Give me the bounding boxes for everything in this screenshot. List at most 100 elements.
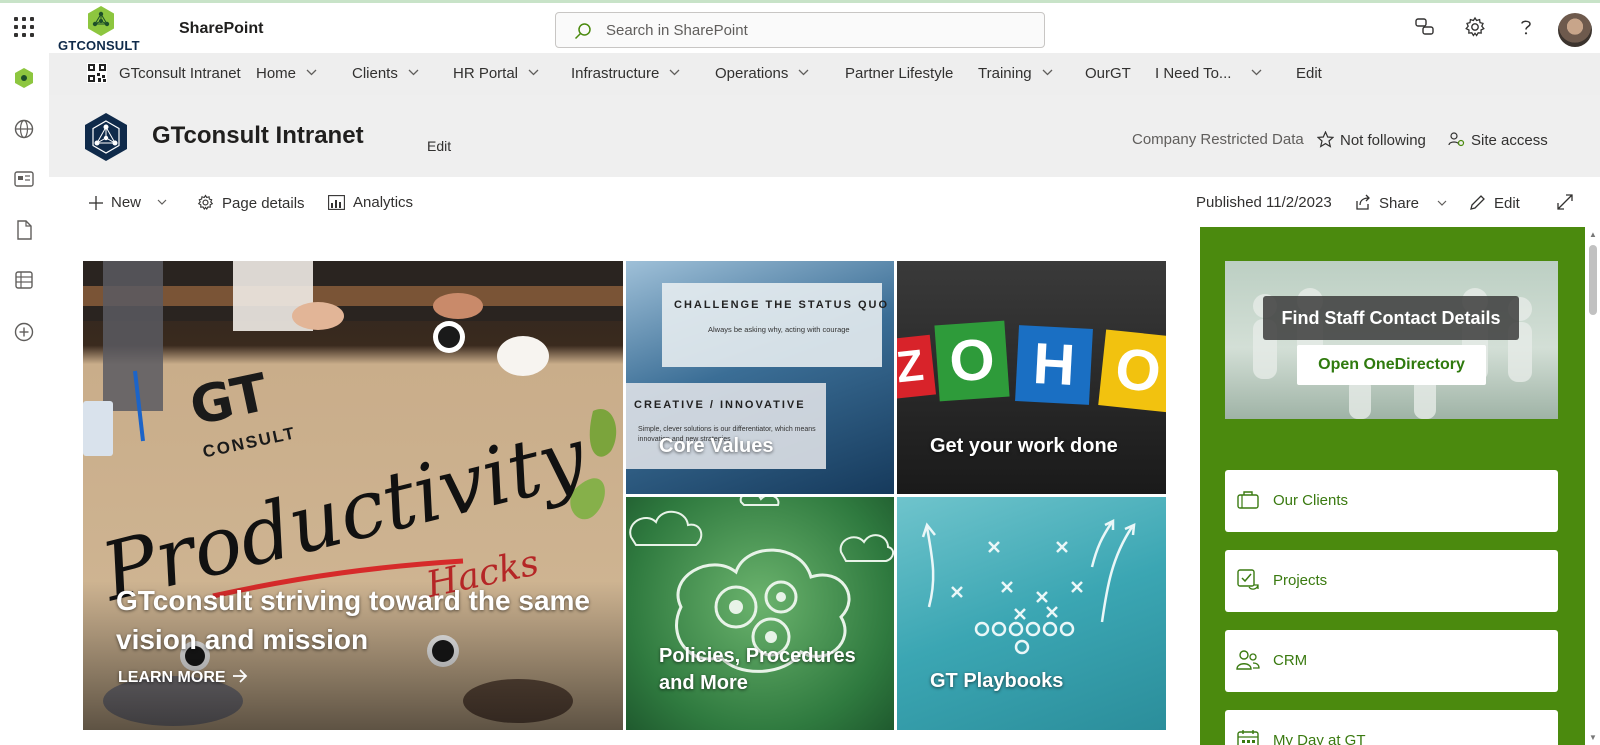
- analytics-label: Analytics: [353, 194, 414, 211]
- quick-link-my-day-at-gt[interactable]: My Day at GT: [1225, 710, 1558, 745]
- calendar-icon: [1237, 730, 1259, 745]
- chevron-down-icon: [306, 69, 317, 76]
- hero-tile-main[interactable]: GT CONSULT Productivity Hacks GTconsult …: [83, 261, 623, 730]
- chat-bubbles-icon[interactable]: [1414, 16, 1436, 38]
- quick-link-label: Projects: [1273, 572, 1328, 589]
- analytics-button[interactable]: Analytics: [328, 194, 413, 211]
- core-values-card-2-heading: CREATIVE / INNOVATIVE: [634, 399, 806, 411]
- expand-icon[interactable]: [1556, 193, 1574, 211]
- chevron-down-icon: [528, 69, 539, 76]
- site-classification: Company Restricted Data: [1132, 131, 1304, 148]
- globe-icon[interactable]: [13, 118, 35, 140]
- core-values-card-1-heading: CHALLENGE THE STATUS QUO: [674, 299, 890, 311]
- hubnav-item-hr-portal[interactable]: HR Portal: [453, 65, 539, 82]
- search-icon: [574, 23, 591, 40]
- hubnav-item-i-need-to[interactable]: I Need To...: [1155, 65, 1262, 82]
- share-label: Share: [1379, 195, 1420, 212]
- quick-links-panel: Find Staff Contact Details Open OneDirec…: [1200, 227, 1585, 745]
- quick-link-our-clients[interactable]: Our Clients: [1225, 470, 1558, 532]
- chevron-down-icon: [669, 69, 680, 76]
- hubnav-item-training[interactable]: Training: [978, 65, 1053, 82]
- site-access-button[interactable]: Site access: [1448, 131, 1548, 149]
- quick-link-projects[interactable]: Projects: [1225, 550, 1558, 612]
- site-title[interactable]: GTconsult Intranet: [152, 122, 364, 150]
- scrollbar-thumb[interactable]: [1589, 245, 1597, 315]
- search-box[interactable]: Search in SharePoint: [555, 12, 1045, 48]
- share-button[interactable]: Share: [1354, 194, 1455, 212]
- quick-link-label: My Day at GT: [1273, 732, 1366, 745]
- user-avatar[interactable]: [1558, 13, 1592, 47]
- people-figures-image: [1253, 288, 1532, 419]
- app-launcher-icon[interactable]: [14, 17, 34, 37]
- app-bar: [0, 53, 49, 745]
- new-button[interactable]: New: [89, 194, 175, 211]
- published-status: Published 11/2/2023: [1196, 194, 1332, 211]
- quick-link-label: CRM: [1273, 652, 1308, 669]
- tile-title-policies: Policies, Procedures and More: [659, 645, 856, 694]
- analytics-icon: [328, 195, 345, 210]
- page-details-label: Page details: [222, 195, 305, 212]
- arrow-right-icon: [233, 669, 248, 683]
- site-logo[interactable]: [83, 112, 129, 162]
- briefcase-icon: [1237, 491, 1259, 509]
- edit-page-button[interactable]: Edit: [1469, 194, 1520, 212]
- staff-directory-card: Find Staff Contact Details Open OneDirec…: [1225, 261, 1558, 419]
- logo-text: GTCONSULT: [58, 38, 140, 53]
- follow-button[interactable]: Not following: [1316, 130, 1426, 149]
- hubnav-item-home[interactable]: Home: [256, 65, 317, 82]
- gtconsult-hub-icon[interactable]: [13, 67, 35, 89]
- chevron-down-icon: [1042, 69, 1053, 76]
- page-scrollbar[interactable]: ▲ ▼: [1586, 227, 1600, 745]
- hubnav-item-partner-lifestyle[interactable]: Partner Lifestyle: [845, 65, 953, 82]
- site-access-icon: [1448, 132, 1465, 147]
- tile-title-gt-playbooks: GT Playbooks: [930, 670, 1064, 692]
- create-plus-icon[interactable]: [13, 321, 35, 343]
- hubnav-item-clients[interactable]: Clients: [352, 65, 419, 82]
- site-header: GTconsult Intranet Edit Company Restrict…: [49, 95, 1600, 177]
- hubnav-item-infrastructure[interactable]: Infrastructure: [571, 65, 680, 82]
- lists-icon[interactable]: [13, 269, 35, 291]
- hero-tile-policies[interactable]: Policies, Procedures and More: [626, 497, 894, 730]
- scroll-up-arrow-icon[interactable]: ▲: [1589, 230, 1597, 239]
- hubnav-edit-link[interactable]: Edit: [1296, 65, 1322, 82]
- hero-tile-gt-playbooks[interactable]: GT Playbooks: [897, 497, 1166, 730]
- learn-more-link[interactable]: LEARN MORE: [118, 669, 248, 687]
- follow-label: Not following: [1340, 132, 1426, 149]
- quick-link-label: Our Clients: [1273, 492, 1349, 509]
- site-edit-link[interactable]: Edit: [427, 138, 451, 154]
- hero-tile-core-values[interactable]: CHALLENGE THE STATUS QUO Always be askin…: [626, 261, 894, 494]
- core-values-card-1-text: Always be asking why, acting with courag…: [708, 325, 850, 334]
- hero-tile-get-your-work-done[interactable]: Z O H O Get your work done: [897, 261, 1166, 494]
- chevron-down-icon: [1251, 69, 1262, 76]
- tile-title-get-your-work-done: Get your work done: [930, 435, 1118, 457]
- hubnav-item-gtconsult-intranet[interactable]: GTconsult Intranet: [119, 65, 241, 82]
- chevron-down-icon: [408, 69, 419, 76]
- page-details-button[interactable]: Page details: [197, 194, 305, 212]
- news-icon[interactable]: [13, 168, 35, 190]
- document-icon[interactable]: [13, 219, 35, 241]
- scroll-down-arrow-icon[interactable]: ▼: [1589, 733, 1597, 742]
- star-icon: [1316, 130, 1335, 148]
- zoho-letter-o-2: O: [1098, 329, 1166, 413]
- learn-more-label: LEARN MORE: [118, 669, 226, 686]
- zoho-letter-o-1: O: [934, 320, 1010, 402]
- zoho-letter-h: H: [1015, 325, 1093, 405]
- open-onedirectory-button[interactable]: Open OneDirectory: [1297, 345, 1486, 385]
- quick-link-crm[interactable]: CRM: [1225, 630, 1558, 692]
- core-values-card-1: CHALLENGE THE STATUS QUO Always be askin…: [662, 283, 887, 367]
- hubnav-item-ourgt[interactable]: OurGT: [1085, 65, 1131, 82]
- company-logo[interactable]: GTCONSULT: [58, 5, 146, 55]
- qr-code-icon[interactable]: [87, 63, 107, 83]
- hubnav-item-operations[interactable]: Operations: [715, 65, 809, 82]
- people-icon: [1236, 650, 1260, 670]
- hero-main-title: GTconsult striving toward the same visio…: [116, 585, 591, 655]
- settings-gear-icon[interactable]: [1464, 16, 1486, 38]
- share-icon: [1356, 194, 1370, 210]
- site-access-label: Site access: [1471, 132, 1548, 149]
- help-icon[interactable]: [1515, 16, 1537, 38]
- gear-icon: [197, 194, 214, 211]
- app-name[interactable]: SharePoint: [179, 20, 263, 38]
- staff-card-title: Find Staff Contact Details: [1263, 296, 1519, 340]
- logo-hex-icon: [88, 6, 114, 36]
- suite-bar: GTCONSULT SharePoint Search in SharePoin…: [0, 0, 1600, 53]
